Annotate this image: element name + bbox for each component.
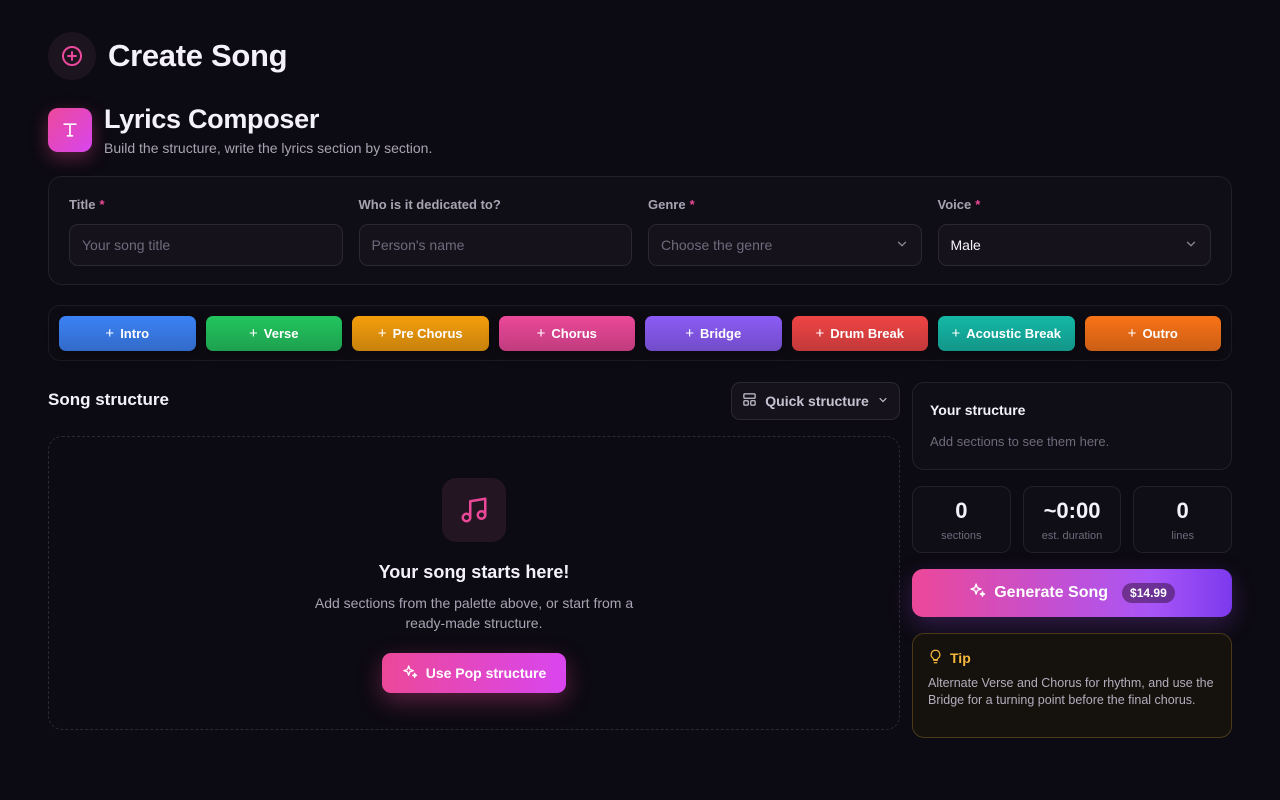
palette-label: Drum Break [830,326,904,341]
lightbulb-icon [928,649,943,667]
tip-text: Alternate Verse and Chorus for rhythm, a… [928,676,1214,707]
your-structure-title: Your structure [930,402,1026,418]
chevron-down-icon [1184,237,1198,254]
text-t-icon [48,108,92,152]
page-title: Create Song [108,38,288,73]
stat-sections: 0 sections [912,486,1011,553]
palette-label: Intro [120,326,150,341]
section-palette: + Intro + Verse + Pre Chorus + Chorus + Bridge + Dr… [48,305,1232,361]
page-header: Create Song [48,32,288,80]
your-structure-panel: Your structure Add sections to see them … [912,382,1232,470]
title-label: Title * [69,197,105,212]
chevron-down-icon [895,237,909,254]
tip-title: Tip [950,650,971,666]
music-note-icon [442,478,506,542]
structure-dropzone: Your song starts here! Add sections from… [48,436,900,730]
quick-structure-label: Quick structure [765,393,869,409]
add-pre-chorus-button[interactable]: + Pre Chorus [352,316,489,351]
palette-label: Pre Chorus [392,326,463,341]
quick-structure-button[interactable]: Quick structure [731,382,900,420]
stat-lines: 0 lines [1133,486,1233,553]
plus-icon: + [105,325,115,342]
genre-label: Genre * [648,197,695,212]
add-chorus-button[interactable]: + Chorus [498,316,635,351]
palette-label: Acoustic Break [966,326,1061,341]
genre-select[interactable]: Choose the genre [648,224,922,266]
dedication-input[interactable] [371,237,619,253]
plus-icon: + [815,325,825,342]
palette-label: Verse [263,326,299,341]
empty-state-description: Add sections from the palette above, or … [314,595,634,631]
use-pop-structure-label: Use Pop structure [425,665,547,681]
sparkles-icon [402,664,418,683]
plus-icon: + [685,325,695,342]
title-field: Title * [69,197,343,284]
palette-label: Outro [1142,326,1178,341]
genre-field: Genre * Choose the genre [648,197,922,284]
composer-title: Lyrics Composer [104,104,320,134]
plus-icon: + [951,325,961,342]
plus-icon: + [249,325,258,342]
song-stats: 0 sections ~0:00 est. duration 0 lines [912,486,1233,553]
composer-header: Lyrics Composer Build the structure, wri… [48,104,432,156]
add-acoustic-break-button[interactable]: + Acoustic Break [938,316,1075,351]
layout-icon [742,392,757,410]
use-pop-structure-button[interactable]: Use Pop structure [381,653,567,693]
stat-duration: ~0:00 est. duration [1022,486,1122,553]
your-structure-hint: Add sections to see them here. [930,434,1110,449]
genre-placeholder: Choose the genre [661,237,773,253]
empty-state-title: Your song starts here! [378,562,570,582]
dedication-label: Who is it dedicated to? [358,197,501,212]
dedication-field: Who is it dedicated to? [358,197,632,284]
voice-field: Voice * Male [937,197,1211,284]
plus-icon: + [1127,325,1137,342]
add-verse-button[interactable]: + Verse [205,316,342,351]
song-structure-title: Song structure [48,390,169,409]
composer-subtitle: Build the structure, write the lyrics se… [104,140,433,156]
palette-label: Chorus [551,326,597,341]
voice-label: Voice * [937,197,981,212]
voice-select[interactable]: Male [937,224,1211,266]
plus-icon: + [377,325,387,342]
chevron-down-icon [877,393,889,409]
add-outro-button[interactable]: + Outro [1084,316,1221,351]
add-intro-button[interactable]: + Intro [59,316,196,351]
generate-song-label: Generate Song [994,584,1109,601]
sparkles-icon [969,582,986,604]
price-badge: $14.99 [1122,583,1175,603]
plus-circle-icon [48,32,96,80]
plus-icon: + [536,325,546,342]
voice-value: Male [950,237,981,253]
title-input[interactable] [82,237,330,253]
add-bridge-button[interactable]: + Bridge [645,316,782,351]
add-drum-break-button[interactable]: + Drum Break [791,316,928,351]
generate-song-button[interactable]: Generate Song $14.99 [912,569,1232,617]
palette-label: Bridge [700,326,742,341]
song-details-form: Title* Who is it dedicated to? Genre* Ch… [48,176,1232,285]
tip-card: Tip Alternate Verse and Chorus for rhyth… [912,633,1232,738]
